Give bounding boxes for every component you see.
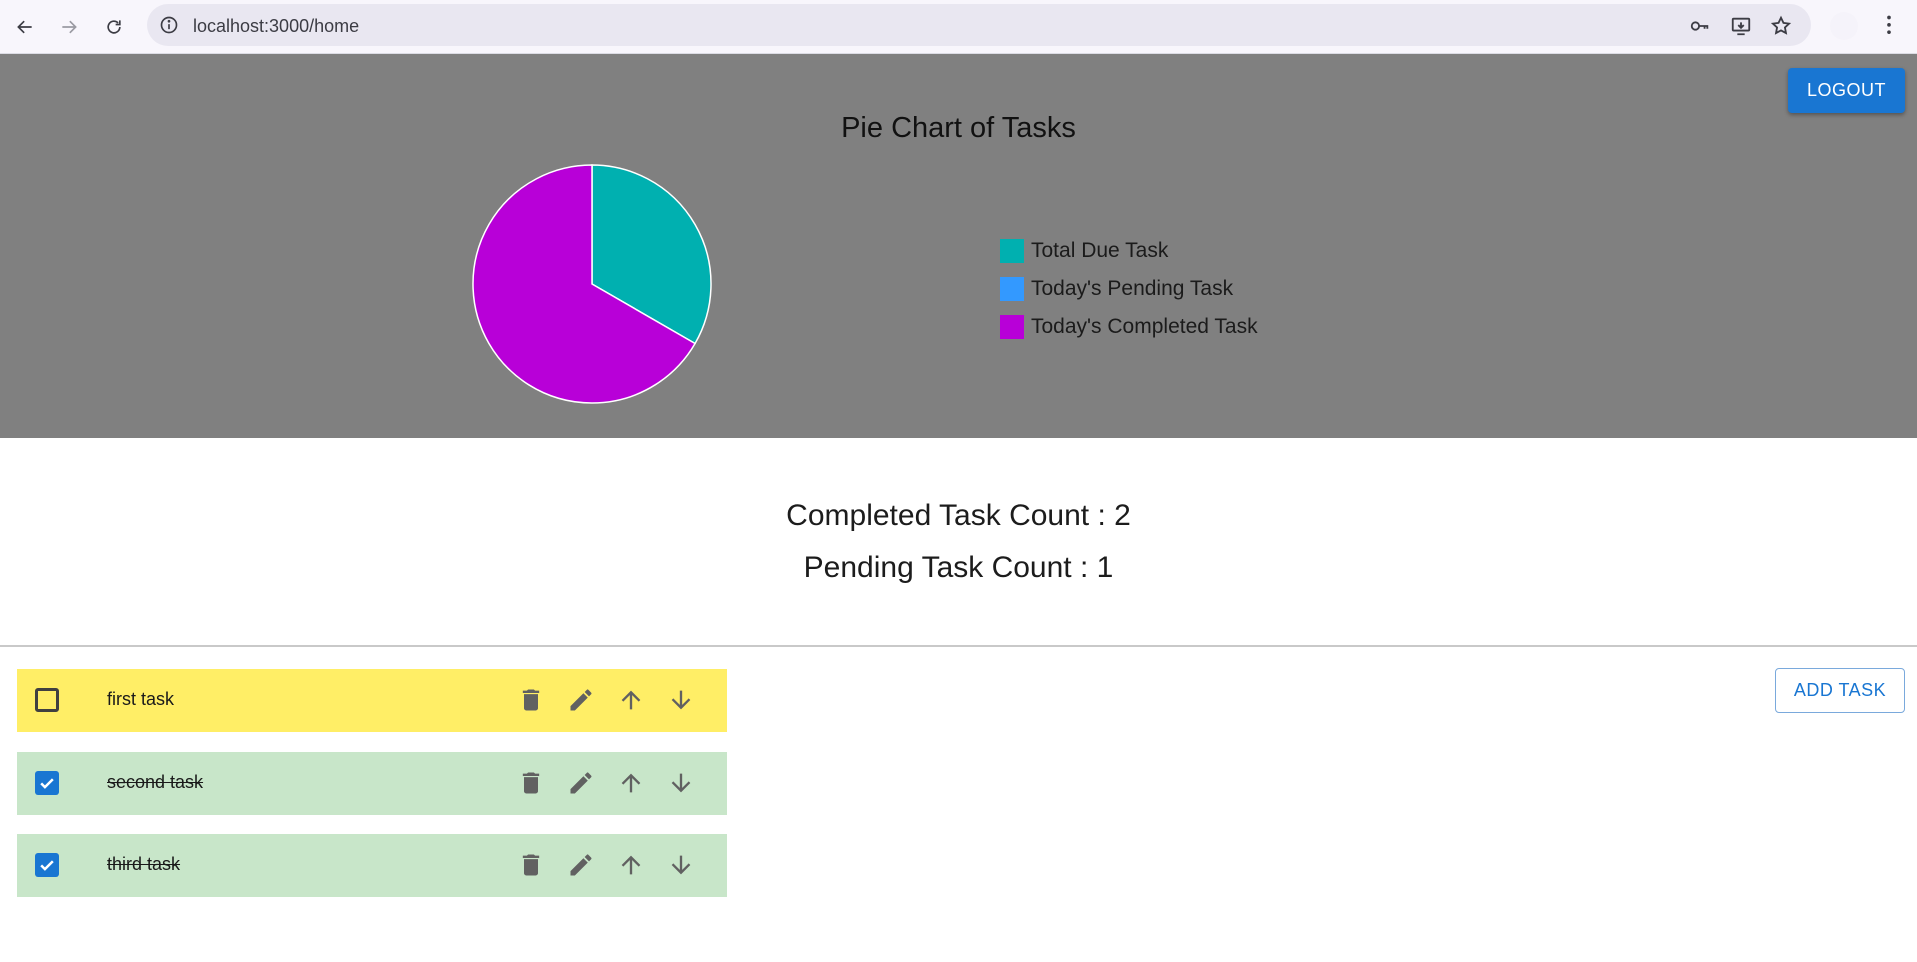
task-checkbox[interactable] (35, 853, 59, 877)
arrow-down-icon[interactable] (666, 685, 696, 715)
legend-label: Today's Completed Task (1031, 315, 1258, 338)
browser-toolbar: localhost:3000/home (0, 0, 1917, 54)
edit-icon[interactable] (566, 685, 596, 715)
legend-swatch (1000, 277, 1024, 301)
browser-menu-icon[interactable] (1878, 12, 1900, 40)
legend-swatch (1000, 239, 1024, 263)
task-checkbox[interactable] (35, 688, 59, 712)
task-text: first task (107, 689, 175, 709)
legend-swatch (1000, 315, 1024, 339)
back-icon[interactable] (11, 13, 39, 41)
reload-icon[interactable] (100, 13, 128, 41)
legend-label: Total Due Task (1031, 239, 1169, 262)
task-row: second task (17, 752, 727, 815)
bookmark-star-icon[interactable] (1770, 15, 1792, 37)
add-task-button[interactable]: ADD TASK (1775, 668, 1905, 713)
legend-item: Today's Pending Task (1000, 270, 1258, 308)
url-text[interactable]: localhost:3000/home (193, 16, 359, 37)
completed-count: Completed Task Count : 2 (786, 499, 1131, 532)
delete-icon[interactable] (516, 850, 546, 880)
arrow-up-icon[interactable] (616, 685, 646, 715)
chart-legend: Total Due Task Today's Pending Task Today'… (1000, 232, 1258, 346)
profile-avatar[interactable] (1830, 12, 1858, 40)
delete-icon[interactable] (516, 685, 546, 715)
edit-icon[interactable] (566, 850, 596, 880)
section-divider (0, 645, 1917, 647)
address-bar[interactable]: localhost:3000/home (147, 4, 1811, 46)
forward-icon[interactable] (55, 13, 83, 41)
arrow-up-icon[interactable] (616, 850, 646, 880)
pending-count: Pending Task Count : 1 (803, 551, 1114, 584)
legend-item: Today's Completed Task (1000, 308, 1258, 346)
logout-button[interactable]: LOGOUT (1788, 68, 1905, 113)
pie-chart (472, 164, 712, 404)
delete-icon[interactable] (516, 768, 546, 798)
task-row: first task (17, 669, 727, 732)
legend-item: Total Due Task (1000, 232, 1258, 270)
task-text: third task (107, 854, 181, 874)
arrow-down-icon[interactable] (666, 850, 696, 880)
edit-icon[interactable] (566, 768, 596, 798)
chart-panel: Pie Chart of Tasks Total Due Task Today's… (0, 54, 1917, 438)
task-checkbox[interactable] (35, 771, 59, 795)
site-info-icon[interactable] (159, 15, 179, 35)
task-text: second task (107, 772, 204, 792)
key-icon[interactable] (1689, 15, 1711, 37)
install-app-icon[interactable] (1730, 15, 1752, 37)
legend-label: Today's Pending Task (1031, 277, 1234, 300)
task-row: third task (17, 834, 727, 897)
chart-title: Pie Chart of Tasks (841, 112, 1076, 144)
arrow-down-icon[interactable] (666, 768, 696, 798)
arrow-up-icon[interactable] (616, 768, 646, 798)
